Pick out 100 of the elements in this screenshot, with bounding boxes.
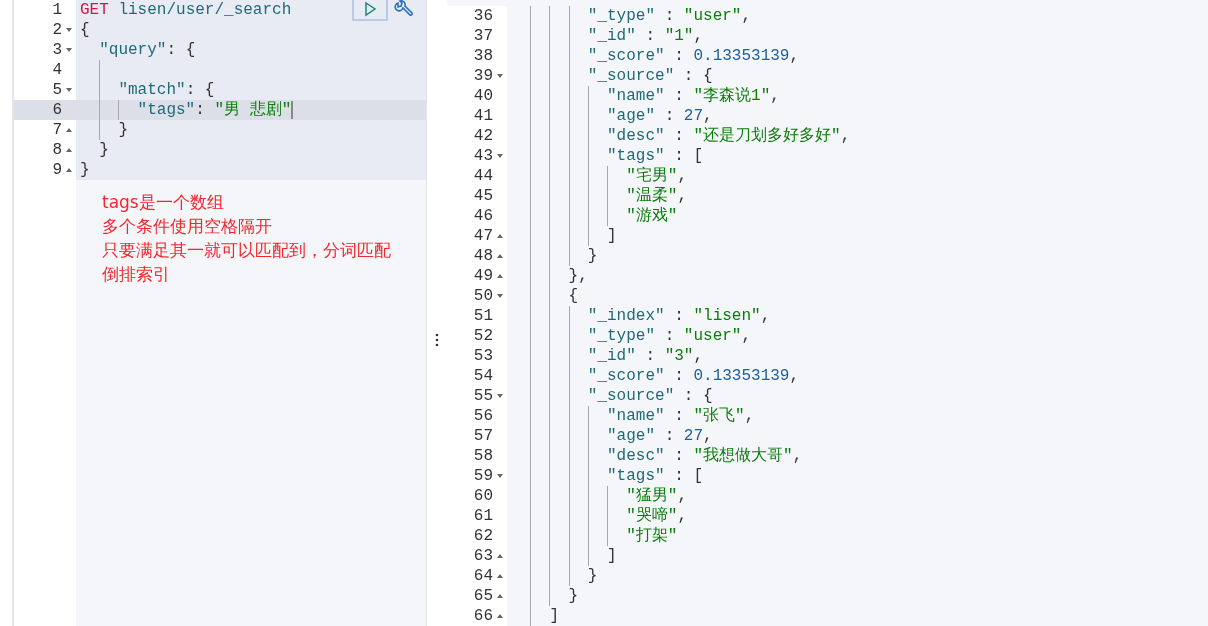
line-number: 52: [473, 326, 493, 346]
line-number: 55: [473, 386, 493, 406]
run-button[interactable]: [352, 0, 388, 21]
line-number: 41: [473, 106, 493, 126]
caret-up-icon[interactable]: [496, 572, 504, 580]
line-number: 7: [52, 120, 62, 140]
line-number: 40: [473, 86, 493, 106]
code-line: "_source" : {: [586, 66, 713, 86]
line-number: 57: [473, 426, 493, 446]
line-number: 6: [52, 100, 62, 120]
code-line: "age" : 27,: [606, 106, 713, 126]
code-line: "哭啼",: [625, 506, 688, 526]
line-number: 42: [473, 126, 493, 146]
line-number: 60: [473, 486, 493, 506]
code-line: "match": {: [117, 80, 215, 100]
line-number: 50: [473, 286, 493, 306]
code-line: "tags" : [: [606, 146, 704, 166]
code-line: "desc" : "还是刀划多好多好",: [606, 126, 851, 146]
code-line: "name" : "李森说1",: [606, 86, 780, 106]
line-number: 47: [473, 226, 493, 246]
line-number: 38: [473, 46, 493, 66]
line-number: 37: [473, 26, 493, 46]
caret-up-icon[interactable]: [496, 592, 504, 600]
code-line: },: [567, 266, 588, 286]
code-line: "query": {: [98, 40, 196, 60]
line-number: 46: [473, 206, 493, 226]
code-line: "_score" : 0.13353139,: [586, 46, 800, 66]
line-number: 62: [473, 526, 493, 546]
caret-up-icon[interactable]: [496, 612, 504, 620]
line-number: 9: [52, 160, 62, 180]
play-icon: [362, 0, 378, 17]
line-number: 2: [52, 20, 62, 40]
caret-up-icon[interactable]: [496, 552, 504, 560]
text-cursor: [291, 101, 294, 119]
code-line: "name" : "张飞",: [606, 406, 755, 426]
line-number: 1: [52, 0, 62, 20]
line-number: 58: [473, 446, 493, 466]
code-line: "猛男",: [625, 486, 688, 506]
code-line: GET lisen/user/_search: [80, 0, 292, 20]
code-line: "温柔",: [625, 186, 688, 206]
code-line: "_source" : {: [586, 386, 713, 406]
line-number: 64: [473, 566, 493, 586]
line-number: 51: [473, 306, 493, 326]
code-line: "_index" : "lisen",: [586, 306, 771, 326]
line-number: 45: [473, 186, 493, 206]
code-line: {: [567, 286, 579, 306]
code-line: "宅男",: [625, 166, 688, 186]
annotation-text: tags是一个数组: [102, 191, 225, 214]
code-line: ]: [548, 606, 559, 626]
code-line: "_type" : "user",: [586, 6, 752, 26]
code-line: }: [586, 246, 598, 266]
line-number: 48: [473, 246, 493, 266]
code-line: "_id" : "1",: [586, 26, 704, 46]
caret-down-icon[interactable]: [65, 26, 73, 34]
caret-up-icon[interactable]: [496, 232, 504, 240]
line-number: 36: [473, 6, 493, 26]
line-number: 61: [473, 506, 493, 526]
line-number: 3: [52, 40, 62, 60]
line-number: 53: [473, 346, 493, 366]
line-number: 43: [473, 146, 493, 166]
caret-down-icon[interactable]: [496, 152, 504, 160]
code-line: "_score" : 0.13353139,: [586, 366, 800, 386]
code-line: ]: [606, 226, 617, 246]
code-line: }: [80, 160, 90, 180]
caret-up-icon[interactable]: [496, 272, 504, 280]
code-line: "_id" : "3",: [586, 346, 704, 366]
code-line: "游戏": [625, 206, 678, 226]
caret-down-icon[interactable]: [496, 392, 504, 400]
code-line: "_type" : "user",: [586, 326, 752, 346]
line-number: 65: [473, 586, 493, 606]
caret-up-icon[interactable]: [65, 166, 73, 174]
annotation-text: 倒排索引: [102, 263, 171, 286]
code-line: "tags" : [: [606, 466, 704, 486]
code-line: }: [117, 120, 128, 140]
code-line: }: [567, 586, 579, 606]
line-number: 66: [473, 606, 493, 626]
caret-up-icon[interactable]: [496, 252, 504, 260]
line-number: 49: [473, 266, 493, 286]
caret-down-icon[interactable]: [496, 472, 504, 480]
line-number: 63: [473, 546, 493, 566]
line-number: 39: [473, 66, 493, 86]
caret-down-icon[interactable]: [65, 86, 73, 94]
code-line: "desc" : "我想做大哥",: [606, 446, 803, 466]
caret-down-icon[interactable]: [496, 72, 504, 80]
caret-up-icon[interactable]: [65, 126, 73, 134]
line-number: 8: [52, 140, 62, 160]
caret-down-icon[interactable]: [65, 46, 73, 54]
line-number: 56: [473, 406, 493, 426]
line-number: 54: [473, 366, 493, 386]
line-number: 59: [473, 466, 493, 486]
code-line: "age" : 27,: [606, 426, 713, 446]
resize-handle-icon[interactable]: [435, 333, 439, 347]
code-line: "打架": [625, 526, 678, 546]
code-line: {: [80, 20, 90, 40]
line-number: 44: [473, 166, 493, 186]
caret-down-icon[interactable]: [496, 292, 504, 300]
code-line: }: [586, 566, 598, 586]
caret-up-icon[interactable]: [65, 146, 73, 154]
annotation-text: 只要满足其一就可以匹配到，分词匹配: [102, 239, 392, 262]
code-line: ]: [606, 546, 617, 566]
